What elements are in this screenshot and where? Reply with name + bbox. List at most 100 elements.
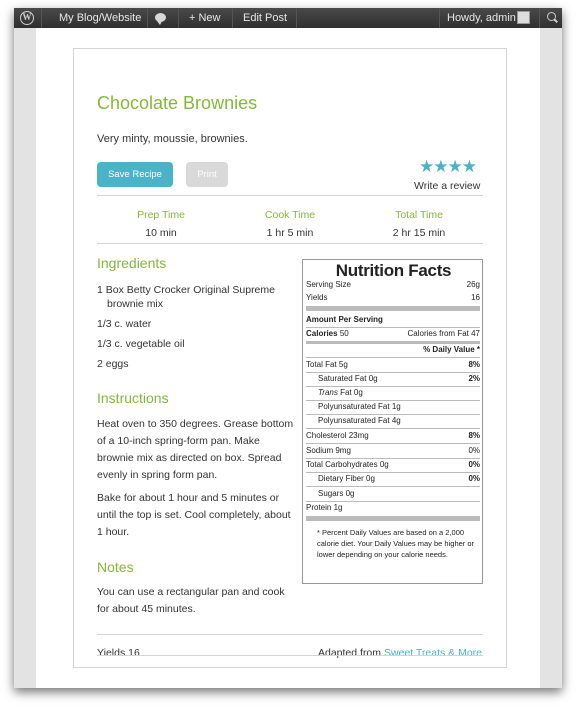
divider [539, 8, 540, 28]
nutrient-label: Saturated Fat 0g [318, 374, 378, 383]
trans-label: Trans [318, 388, 338, 397]
nutrient-dv: 0% [468, 474, 480, 483]
instruction-step: Heat oven to 350 degrees. Grease bottom … [97, 418, 294, 481]
divider [97, 634, 483, 635]
adapted-from-label: Adapted from [317, 647, 382, 659]
divider [306, 486, 480, 487]
time-value: 1 hr 5 min [266, 227, 314, 239]
cook-time: Cook Time 1 hr 5 min [226, 209, 354, 239]
time-label: Total Time [395, 209, 443, 221]
ingredient-item: 2 eggs [97, 358, 129, 370]
total-time: Total Time 2 hr 15 min [355, 209, 483, 239]
nutrient-dv: 0% [468, 446, 480, 455]
fiber-row: Dietary Fiber 0g 0% [318, 473, 480, 485]
divider [306, 428, 480, 429]
calories-value: 50 [339, 329, 349, 338]
divider [97, 195, 483, 196]
daily-value-header: % Daily Value * [306, 344, 480, 356]
polyunsaturated-fat-row: Polyunsaturated Fat 4g [318, 416, 401, 425]
speech-bubble-icon[interactable] [155, 13, 166, 25]
star-icon[interactable]: ★ [462, 157, 477, 176]
magnifier-icon[interactable] [547, 12, 556, 21]
print-button[interactable]: Print [186, 162, 228, 187]
calories-row: Calories 50 Calories from Fat 47 [306, 328, 480, 340]
avatar[interactable] [517, 11, 530, 24]
divider [306, 516, 480, 521]
trans-fat-row: Trans Fat 0g [318, 387, 480, 399]
amount-per-serving: Amount Per Serving [306, 315, 383, 324]
yields-text: Yields 16 [97, 647, 140, 659]
daily-value-label: % Daily Value * [423, 345, 480, 354]
divider [178, 8, 179, 28]
ingredient-item: 1 Box Betty Crocker Original Supreme bro… [97, 283, 297, 311]
time-value: 10 min [145, 227, 177, 239]
nutrient-label: Fat 0g [337, 388, 363, 397]
divider [306, 357, 480, 358]
adapted-from: Adapted from Sweet Treats & More [318, 647, 482, 659]
source-link[interactable]: Sweet Treats & More [384, 647, 482, 659]
divider [296, 8, 297, 28]
howdy-menu[interactable]: Howdy, admin [447, 8, 516, 28]
total-fat-row: Total Fat 5g 8% [306, 359, 480, 371]
nutrition-title: Nutrition Facts [335, 261, 452, 280]
nutrient-label: Dietary Fiber 0g [318, 474, 375, 483]
saturated-fat-row: Saturated Fat 0g 2% [318, 373, 480, 385]
calories-label: Calories [306, 329, 338, 338]
ingredient-item: 1/3 c. water [97, 318, 152, 330]
star-icon[interactable]: ★ [419, 157, 434, 176]
write-review-link[interactable]: Write a review [414, 180, 480, 192]
ingredients-heading: Ingredients [97, 255, 167, 271]
prep-time: Prep Time 10 min [97, 209, 225, 239]
polyunsaturated-fat-row: Polyunsaturated Fat 1g [318, 402, 401, 411]
carbohydrates-row: Total Carbohydrates 0g 0% [306, 459, 480, 471]
time-value: 2 hr 15 min [392, 227, 446, 239]
site-name-link[interactable]: My Blog/Website [59, 8, 141, 28]
admin-bar: W My Blog/Website + New Edit Post Howdy,… [14, 8, 562, 28]
browser-window: W My Blog/Website + New Edit Post Howdy,… [14, 8, 562, 688]
notes-heading: Notes [97, 559, 134, 575]
star-icon[interactable]: ★ [433, 157, 448, 176]
divider [147, 8, 148, 28]
ingredient-text: brownie mix [107, 298, 164, 310]
wordpress-icon[interactable]: W [20, 11, 34, 25]
nutrient-label: Total Fat 5g [306, 360, 348, 369]
instruction-step: Bake for about 1 hour and 5 minutes or u… [97, 492, 291, 538]
save-recipe-button[interactable]: Save Recipe [97, 162, 173, 187]
yields-value: 16 [471, 293, 480, 302]
serving-size-value: 26g [466, 280, 480, 289]
star-icon[interactable]: ★ [448, 157, 463, 176]
serving-size-label: Serving Size [306, 280, 351, 289]
edit-post-link[interactable]: Edit Post [243, 8, 287, 28]
nutrient-dv: 8% [468, 360, 480, 369]
nutrient-dv: 0% [468, 460, 480, 469]
recipe-summary: Very minty, moussie, brownies. [97, 133, 248, 145]
ingredient-item: 1/3 c. vegetable oil [97, 338, 185, 350]
time-label: Cook Time [264, 209, 316, 221]
ingredient-text: 1 Box Betty Crocker Original Supreme [97, 284, 275, 296]
divider [97, 655, 483, 656]
sugars-row: Sugars 0g [318, 489, 355, 498]
nutrient-label: Cholesterol 23mg [306, 431, 369, 440]
yields-label: Yields [306, 293, 328, 302]
rating-stars[interactable]: ★★★★ [419, 157, 477, 177]
new-menu-link[interactable]: + New [189, 8, 221, 28]
recipe-card: Chocolate Brownies Very minty, moussie, … [73, 48, 507, 668]
nutrition-facts-panel: Nutrition Facts Serving Size 26g Yields … [302, 259, 483, 584]
recipe-title: Chocolate Brownies [97, 93, 258, 113]
divider [439, 8, 440, 28]
divider [306, 443, 480, 444]
daily-value-footnote: * Percent Daily Values are based on a 2,… [317, 528, 475, 559]
nutrient-label: Sodium 9mg [306, 446, 351, 455]
yields-row: Yields 16 [306, 292, 480, 304]
nutrient-label: Total Carbohydrates 0g [306, 460, 389, 469]
page-content: Chocolate Brownies Very minty, moussie, … [36, 28, 540, 688]
divider [306, 306, 480, 311]
instructions-heading: Instructions [97, 390, 169, 406]
protein-row: Protein 1g [306, 503, 343, 512]
serving-size-row: Serving Size 26g [306, 279, 480, 291]
nutrient-dv: 8% [468, 431, 480, 440]
sodium-row: Sodium 9mg 0% [306, 445, 480, 457]
divider [97, 243, 483, 244]
divider [41, 8, 42, 28]
divider [232, 8, 233, 28]
